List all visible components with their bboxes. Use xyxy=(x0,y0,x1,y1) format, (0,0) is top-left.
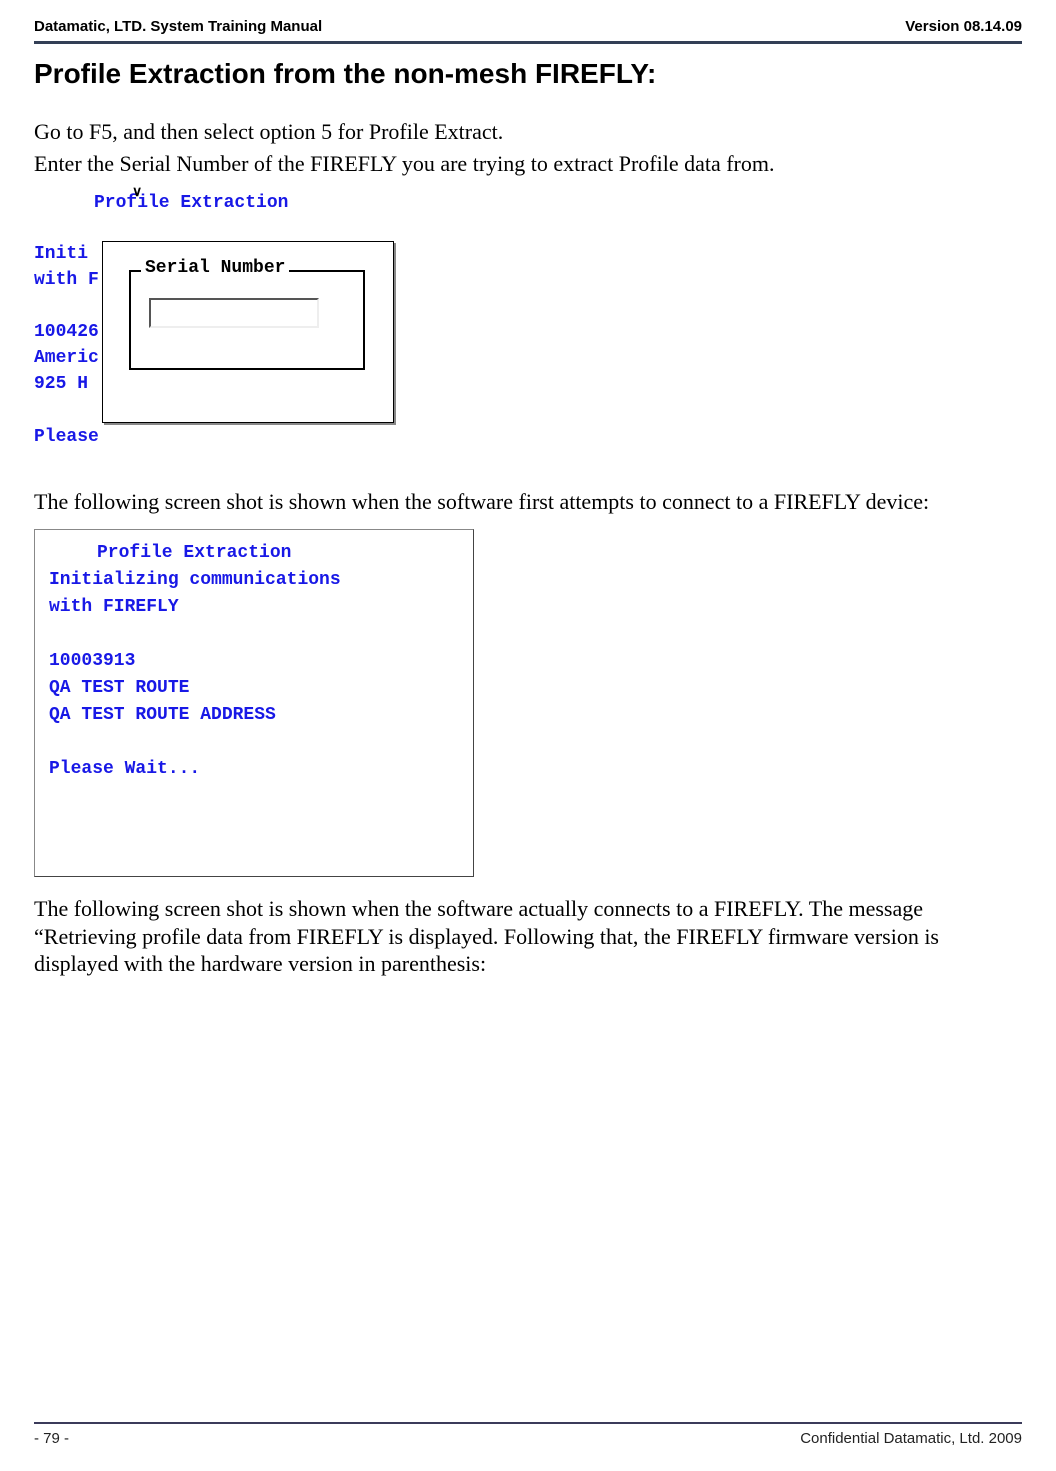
footer-page-number: - 79 - xyxy=(34,1430,69,1447)
intro-line-1: Go to F5, and then select option 5 for P… xyxy=(34,118,1022,146)
section-title: Profile Extraction from the non-mesh FIR… xyxy=(34,58,1022,90)
screenshot-connecting: Profile Extraction Initializing communic… xyxy=(34,529,474,877)
document-page: Datamatic, LTD. System Training Manual V… xyxy=(0,0,1056,1471)
screenshot2-title: Profile Extraction xyxy=(49,543,291,563)
footer-confidential: Confidential Datamatic, Ltd. 2009 xyxy=(800,1430,1022,1447)
page-footer: - 79 - Confidential Datamatic, Ltd. 2009 xyxy=(34,1422,1022,1447)
screenshot1-title: ∨ Profile Extraction xyxy=(34,189,404,213)
header-left: Datamatic, LTD. System Training Manual xyxy=(34,18,322,35)
serial-number-panel: Serial Number xyxy=(102,241,394,423)
serial-number-fieldset: Serial Number xyxy=(129,270,365,370)
page-header: Datamatic, LTD. System Training Manual V… xyxy=(34,18,1022,35)
footer-rule xyxy=(34,1422,1022,1424)
paragraph-2: The following screen shot is shown when … xyxy=(34,895,1022,978)
header-right: Version 08.14.09 xyxy=(905,18,1022,35)
screenshot-serial-dialog: ∨ Profile Extraction Initi with F 100426… xyxy=(34,189,404,450)
screenshot1-background-text: Initi with F 100426 Americ 925 H Please xyxy=(34,241,102,450)
screenshot1-title-text: Profile Extraction xyxy=(94,193,288,213)
header-rule xyxy=(34,41,1022,44)
mid-paragraph: The following screen shot is shown when … xyxy=(34,488,1022,516)
intro-line-2: Enter the Serial Number of the FIREFLY y… xyxy=(34,150,1022,178)
caret-down-icon: ∨ xyxy=(132,183,142,200)
serial-number-input[interactable] xyxy=(149,298,319,328)
screenshot2-body: Initializing communications with FIREFLY… xyxy=(49,570,341,779)
serial-number-legend: Serial Number xyxy=(141,258,289,278)
